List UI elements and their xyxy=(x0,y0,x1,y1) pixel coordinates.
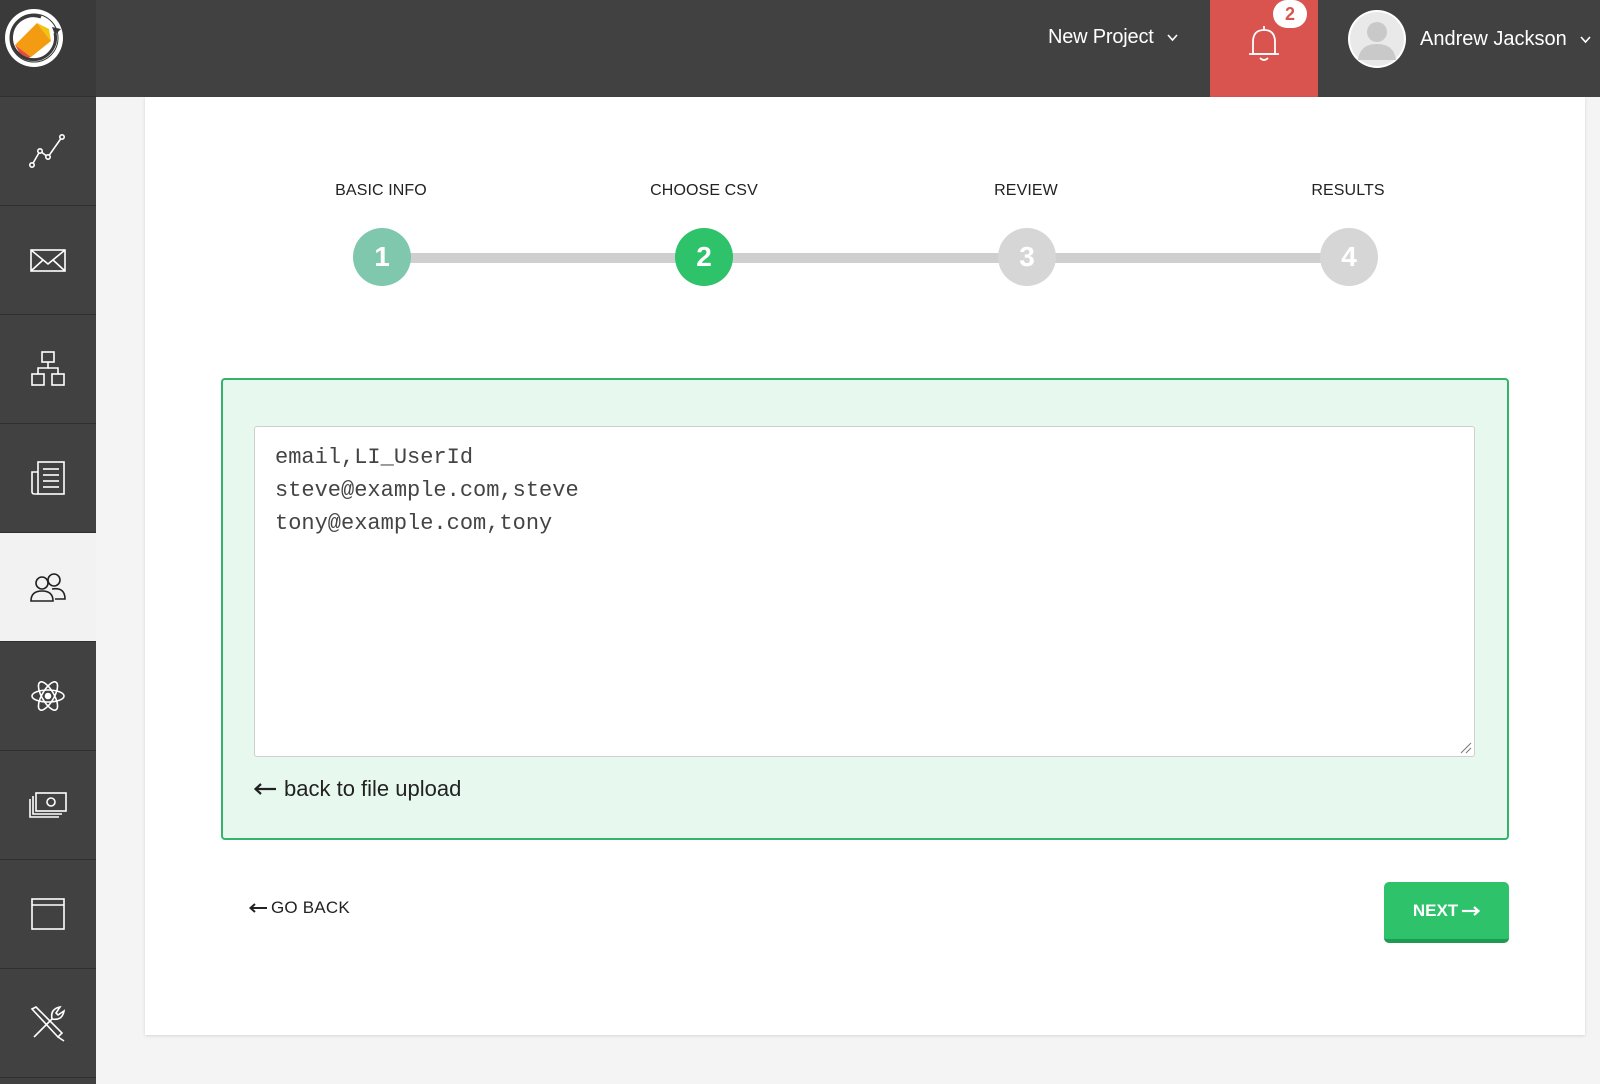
users-icon xyxy=(30,573,66,602)
bell-icon xyxy=(1249,25,1279,61)
step-label-choose-csv: CHOOSE CSV xyxy=(650,182,758,199)
step-label-results: RESULTS xyxy=(1311,182,1385,199)
sidebar-item-integrations[interactable] xyxy=(0,642,96,751)
go-back-label: GO BACK xyxy=(271,898,350,917)
user-name: Andrew Jackson xyxy=(1420,27,1567,50)
chevron-down-icon xyxy=(1580,35,1591,43)
arrow-left-icon xyxy=(254,783,276,795)
atom-icon xyxy=(31,681,65,711)
sidebar-item-documents[interactable] xyxy=(0,424,96,533)
back-to-file-upload-link[interactable]: back to file upload xyxy=(254,776,461,802)
user-menu[interactable]: Andrew Jackson xyxy=(1348,10,1592,68)
sidebar-item-billing[interactable] xyxy=(0,751,96,860)
app-logo-icon xyxy=(5,9,63,67)
user-silhouette-icon xyxy=(1350,12,1404,66)
stepper-track xyxy=(408,253,1348,263)
step-1-circle[interactable]: 1 xyxy=(353,228,411,286)
arrow-left-icon xyxy=(249,903,267,913)
notifications-button[interactable]: 2 xyxy=(1210,0,1318,97)
document-list-icon xyxy=(31,461,65,495)
money-icon xyxy=(29,792,67,818)
arrow-right-icon xyxy=(1462,905,1481,916)
step-4-circle: 4 xyxy=(1320,228,1378,286)
resize-handle-icon[interactable] xyxy=(1458,740,1472,754)
sidebar-item-analytics[interactable] xyxy=(0,97,96,206)
analytics-chart-icon xyxy=(28,133,65,168)
chevron-down-icon xyxy=(1167,33,1178,41)
envelope-icon xyxy=(30,249,66,272)
sidebar-item-email[interactable] xyxy=(0,206,96,315)
app-logo[interactable] xyxy=(0,0,96,97)
step-3-circle: 3 xyxy=(998,228,1056,286)
top-bar: New Project 2 Andrew Jackson xyxy=(96,0,1600,97)
sidebar xyxy=(0,0,96,1084)
sidebar-item-settings[interactable] xyxy=(0,969,96,1078)
step-2-circle: 2 xyxy=(675,228,733,286)
next-label: NEXT xyxy=(1412,900,1459,920)
back-to-file-upload-label: back to file upload xyxy=(284,776,462,801)
project-select-label: New Project xyxy=(1048,25,1154,48)
next-button[interactable]: NEXT xyxy=(1384,882,1509,943)
step-label-review: REVIEW xyxy=(994,182,1058,199)
sidebar-item-hierarchy[interactable] xyxy=(0,315,96,424)
sidebar-item-users[interactable] xyxy=(0,533,96,642)
sidebar-item-pages[interactable] xyxy=(0,860,96,969)
hierarchy-icon xyxy=(31,351,65,386)
tools-icon xyxy=(30,1005,66,1042)
avatar xyxy=(1348,10,1406,68)
notification-count-badge: 2 xyxy=(1273,0,1307,28)
project-select[interactable]: New Project xyxy=(1048,22,1179,52)
step-label-basic-info: BASIC INFO xyxy=(335,182,427,199)
browser-window-icon xyxy=(31,898,65,930)
go-back-button[interactable]: GO BACK xyxy=(249,898,350,918)
csv-textarea[interactable] xyxy=(254,426,1475,757)
